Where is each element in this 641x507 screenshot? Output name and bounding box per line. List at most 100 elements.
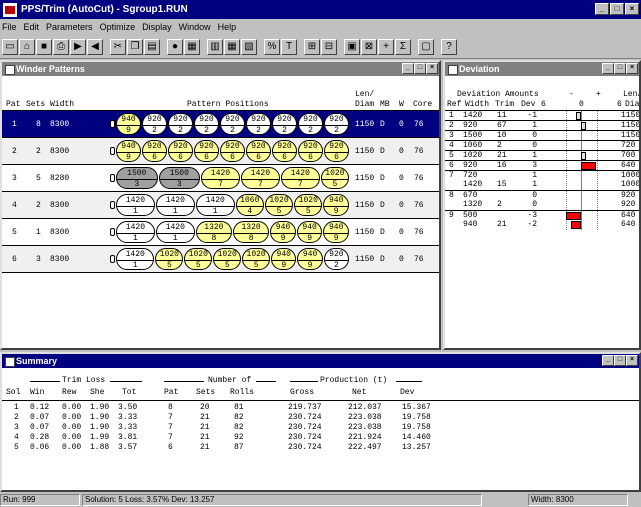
- pattern-cell[interactable]: 920 2: [323, 248, 349, 270]
- layout-icon[interactable]: ▧: [241, 38, 257, 55]
- pattern-cell[interactable]: 1060 4: [235, 194, 264, 216]
- pattern-row[interactable]: 2 2 8300 1150 D 0 76 940 9 920 6 920 6 920 6 920 6 920 6 92…: [2, 138, 439, 165]
- summary-row[interactable]: 3 0.07 0.00 1.90 3.33 7 21 82 230.724 223.038 19.7…: [2, 423, 639, 433]
- deviation-row[interactable]: 7 720 1 1000: [445, 170, 639, 180]
- record-icon[interactable]: ●: [167, 38, 183, 55]
- deviation-maximize-button[interactable]: □: [614, 63, 626, 74]
- summary-row[interactable]: 4 0.28 0.00 1.99 3.81 7 21 92 230.724 221.924 14.4…: [2, 433, 639, 443]
- app-icon[interactable]: [3, 2, 17, 17]
- deviation-row[interactable]: 6 920 16 3 640: [445, 160, 639, 170]
- import-icon[interactable]: ▶: [70, 38, 86, 55]
- pattern-cell[interactable]: 1020 5: [184, 248, 213, 270]
- pattern-cell[interactable]: 920 2: [142, 113, 167, 135]
- pattern-cell[interactable]: 940 9: [296, 221, 323, 243]
- deviation-row[interactable]: 4 1060 2 0 720: [445, 140, 639, 150]
- arrange-icon[interactable]: ⊞: [304, 38, 320, 55]
- pattern-cell[interactable]: 1500 3: [158, 167, 201, 189]
- menu-file[interactable]: File: [2, 22, 17, 32]
- summary-row[interactable]: 1 0.12 0.00 1.90 3.50 8 20 81 219.737 212.037 15.3…: [2, 403, 639, 413]
- open-folder-icon[interactable]: ⌂: [19, 38, 35, 55]
- menu-parameters[interactable]: Parameters: [46, 22, 93, 32]
- deviation-row[interactable]: 1 1420 11 -1 1150: [445, 110, 639, 120]
- deviation-row[interactable]: 5 1020 21 1 700: [445, 150, 639, 160]
- tile-icon[interactable]: ⊠: [361, 38, 377, 55]
- chart-icon[interactable]: ▦: [184, 38, 200, 55]
- new-doc-icon[interactable]: ▭: [2, 38, 18, 55]
- pattern-cell[interactable]: 1420 1: [116, 194, 155, 216]
- menu-help[interactable]: Help: [218, 22, 237, 32]
- pattern-cell[interactable]: 1320 8: [233, 221, 270, 243]
- summary-row[interactable]: 5 0.06 0.00 1.88 3.57 6 21 87 230.724 222.497 13.2…: [2, 443, 639, 453]
- cut-icon[interactable]: ✂: [110, 38, 126, 55]
- winder-close-button[interactable]: ×: [426, 63, 438, 74]
- pattern-cell[interactable]: 940 9: [270, 221, 296, 243]
- pattern-cell[interactable]: 1420 1: [116, 221, 155, 243]
- pattern-cell[interactable]: 920 2: [194, 113, 219, 135]
- pattern-cell[interactable]: 920 6: [324, 140, 349, 162]
- summary-close-button[interactable]: ×: [626, 355, 638, 366]
- pattern-cell[interactable]: 1020 5: [155, 248, 184, 270]
- grid-icon[interactable]: ▥: [207, 38, 223, 55]
- pattern-cell[interactable]: 1420 1: [155, 221, 195, 243]
- pattern-cell[interactable]: 940 9: [116, 140, 141, 162]
- pattern-cell[interactable]: 1320 8: [195, 221, 232, 243]
- maximize-button[interactable]: □: [610, 3, 624, 15]
- pattern-cell[interactable]: 1420 1: [195, 194, 235, 216]
- close-button[interactable]: ×: [625, 3, 639, 15]
- pattern-cell[interactable]: 1420 7: [240, 167, 280, 189]
- pattern-cell[interactable]: 1420 7: [201, 167, 240, 189]
- pattern-row[interactable]: 4 2 8300 1150 D 0 76 1420 1 1420 1 1420 1 1060 4 1020 5 1…: [2, 192, 439, 219]
- menu-display[interactable]: Display: [142, 22, 172, 32]
- pattern-row[interactable]: 6 3 8300 1150 D 0 76 1420 1 1020 5 1020 5 1020 5 1020 5 9…: [2, 246, 439, 273]
- plus-icon[interactable]: +: [378, 38, 394, 55]
- deviation-row[interactable]: 1420 15 1 1000: [445, 180, 639, 190]
- summary-maximize-button[interactable]: □: [614, 355, 626, 366]
- pattern-cell[interactable]: 1420 7: [280, 167, 320, 189]
- pattern-cell[interactable]: 1020 5: [294, 194, 323, 216]
- minimize-button[interactable]: _: [595, 3, 609, 15]
- pattern-row[interactable]: 1 8 8300 1150 D 0 76 940 9 920 2 920 2 920 2 920 2 920 2 92…: [2, 111, 439, 138]
- pattern-cell[interactable]: 920 6: [168, 140, 193, 162]
- save-icon[interactable]: ■: [36, 38, 52, 55]
- deviation-row[interactable]: 2 920 67 1 1150: [445, 120, 639, 130]
- summary-row[interactable]: 2 0.07 0.00 1.90 3.33 7 21 82 230.724 223.038 19.7…: [2, 413, 639, 423]
- pattern-cell[interactable]: 920 2: [168, 113, 193, 135]
- winder-maximize-button[interactable]: □: [414, 63, 426, 74]
- pattern-cell[interactable]: 1020 5: [264, 194, 294, 216]
- pattern-cell[interactable]: 1420 1: [155, 194, 195, 216]
- paste-icon[interactable]: ▤: [144, 38, 160, 55]
- pattern-cell[interactable]: 920 2: [324, 113, 349, 135]
- copy-icon[interactable]: ❐: [127, 38, 143, 55]
- deviation-minimize-button[interactable]: _: [602, 63, 614, 74]
- percent-icon[interactable]: %: [264, 38, 280, 55]
- table-icon[interactable]: ▦: [224, 38, 240, 55]
- pattern-cell[interactable]: 920 6: [220, 140, 245, 162]
- menu-optimize[interactable]: Optimize: [100, 22, 136, 32]
- deviation-row[interactable]: 9 500 -3 640: [445, 210, 639, 220]
- deviation-row[interactable]: 940 21 -2 640: [445, 220, 639, 230]
- menu-edit[interactable]: Edit: [24, 22, 40, 32]
- summary-minimize-button[interactable]: _: [602, 355, 614, 366]
- deviation-row[interactable]: 3 1500 10 0 1150: [445, 130, 639, 140]
- pattern-cell[interactable]: 1500 3: [116, 167, 158, 189]
- window-icon[interactable]: ▢: [418, 38, 434, 55]
- pattern-cell[interactable]: 920 2: [298, 113, 323, 135]
- pattern-cell[interactable]: 1420 1: [116, 248, 155, 270]
- pattern-row[interactable]: 3 5 8280 1150 D 0 76 1500 3 1500 3 1420 7 1420 7 1420 7 1…: [2, 165, 439, 192]
- pattern-cell[interactable]: 920 6: [246, 140, 271, 162]
- pattern-cell[interactable]: 920 6: [272, 140, 297, 162]
- pattern-cell[interactable]: 920 6: [194, 140, 219, 162]
- pattern-cell[interactable]: 1020 5: [242, 248, 271, 270]
- pattern-cell[interactable]: 920 6: [142, 140, 167, 162]
- stack-icon[interactable]: ⊟: [321, 38, 337, 55]
- help-icon[interactable]: ?: [441, 38, 457, 55]
- winder-minimize-button[interactable]: _: [402, 63, 414, 74]
- pattern-cell[interactable]: 940 9: [116, 113, 141, 135]
- pattern-cell[interactable]: 940 9: [323, 221, 349, 243]
- sigma-icon[interactable]: Σ: [395, 38, 411, 55]
- print-icon[interactable]: ⎙: [53, 38, 69, 55]
- pattern-cell[interactable]: 920 2: [220, 113, 245, 135]
- pattern-cell[interactable]: 1020 5: [320, 167, 349, 189]
- pattern-cell[interactable]: 940 9: [297, 248, 323, 270]
- deviation-row[interactable]: 8 670 0 920: [445, 190, 639, 200]
